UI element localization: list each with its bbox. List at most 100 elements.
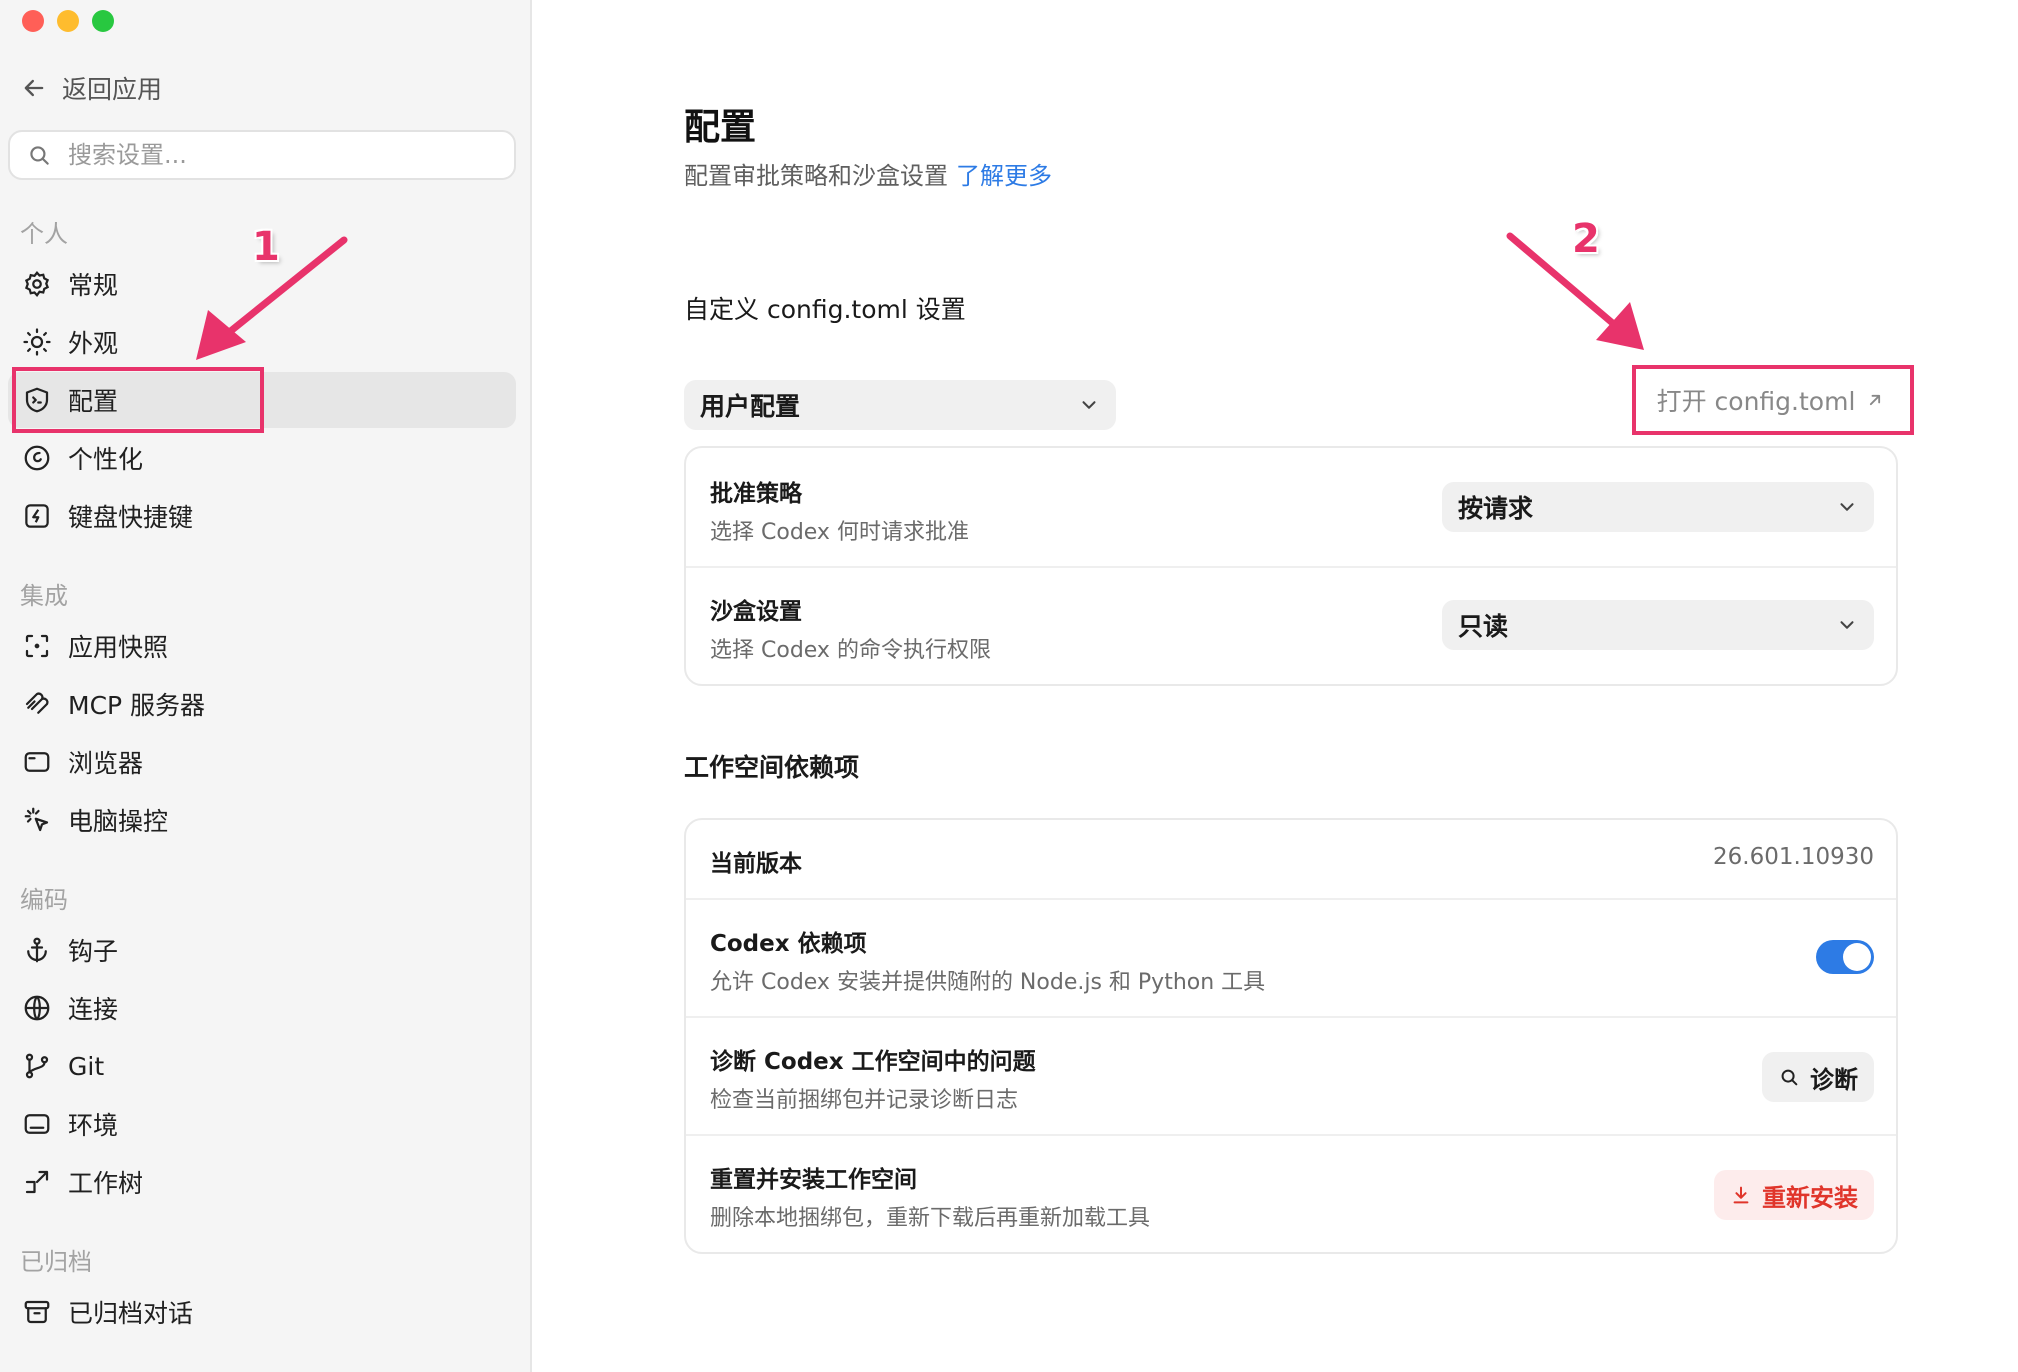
sidebar-item-connections[interactable]: 连接 (8, 980, 516, 1036)
arrow-left-icon (24, 79, 44, 97)
approval-policy-value: 按请求 (1458, 494, 1534, 523)
search-icon (1781, 1069, 1798, 1086)
sandbox-title: 沙盒设置 (710, 599, 802, 625)
reinstall-button-label: 重新安装 (1762, 1183, 1858, 1212)
sidebar-item-label: 钩子 (68, 937, 119, 966)
version-row: 当前版本 26.601.10930 (686, 820, 1896, 898)
sidebar-item-appearance[interactable]: 外观 (8, 314, 516, 370)
version-value: 26.601.10930 (1713, 844, 1874, 870)
reset-title: 重置并安装工作空间 (710, 1167, 917, 1193)
settings-search-box[interactable] (8, 130, 516, 180)
sidebar-item-label: MCP 服务器 (68, 691, 206, 720)
download-icon (1733, 1186, 1749, 1204)
reset-desc: 删除本地捆绑包，重新下载后再重新加载工具 (710, 1206, 1151, 1231)
sidebar-item-archived-chats[interactable]: 已归档对话 (8, 1284, 516, 1340)
sidebar: 返回应用 个人 常规 外观 配置 个性化 键盘快捷键 集成 应用快照 MCP 服… (0, 0, 532, 1372)
approval-policy-row: 批准策略 选择 Codex 何时请求批准 按请求 (686, 448, 1896, 566)
keyboard-shortcut-icon (25, 504, 49, 528)
diagnose-button[interactable]: 诊断 (1762, 1052, 1874, 1102)
snapshot-frame-icon (25, 634, 49, 658)
learn-more-link[interactable]: 了解更多 (956, 162, 1052, 190)
sidebar-item-label: Git (68, 1051, 105, 1081)
reinstall-button[interactable]: 重新安装 (1714, 1170, 1874, 1220)
sandbox-desc: 选择 Codex 的命令执行权限 (710, 638, 991, 663)
diagnose-row: 诊断 Codex 工作空间中的问题 检查当前捆绑包并记录诊断日志 诊断 (686, 1016, 1896, 1134)
zoom-window-button[interactable] (92, 10, 114, 32)
page-title: 配置 (684, 107, 757, 148)
workspace-section-title: 工作空间依赖项 (684, 753, 860, 782)
section-title-archived: 已归档 (20, 1248, 92, 1276)
sidebar-item-personalization[interactable]: 个性化 (8, 430, 516, 486)
chevron-down-icon (1840, 621, 1854, 629)
config-section-title: 自定义 config.toml 设置 (684, 295, 966, 324)
dependencies-title: Codex 依赖项 (710, 931, 867, 957)
chevron-down-icon (1082, 401, 1096, 409)
sidebar-item-label: 外观 (68, 329, 119, 358)
dependencies-desc: 允许 Codex 安装并提供随附的 Node.js 和 Python 工具 (710, 970, 1266, 995)
approval-policy-title: 批准策略 (710, 481, 802, 507)
anchor-icon (27, 937, 47, 963)
sidebar-item-label: 已归档对话 (68, 1299, 194, 1328)
search-icon (30, 146, 49, 165)
dependencies-toggle[interactable] (1816, 940, 1874, 974)
mcp-icon (25, 692, 49, 714)
profile-select-value: 用户配置 (700, 392, 801, 421)
sandbox-value: 只读 (1458, 612, 1509, 641)
sandbox-select[interactable]: 只读 (1442, 600, 1874, 650)
sidebar-item-label: 浏览器 (68, 749, 144, 778)
sidebar-item-mcp[interactable]: MCP 服务器 (8, 676, 516, 732)
back-label: 返回应用 (62, 75, 163, 104)
highlight-box-config (12, 367, 264, 433)
section-title-personal: 个人 (20, 220, 68, 248)
sidebar-item-hooks[interactable]: 钩子 (8, 922, 516, 978)
sidebar-item-label: 环境 (68, 1111, 119, 1140)
personalization-icon (24, 445, 50, 471)
back-to-app-button[interactable]: 返回应用 (20, 68, 162, 108)
settings-search-input[interactable] (66, 140, 490, 170)
sidebar-item-worktree[interactable]: 工作树 (8, 1154, 516, 1210)
archive-box-icon (24, 1300, 50, 1324)
approval-policy-select[interactable]: 按请求 (1442, 482, 1874, 532)
close-window-button[interactable] (22, 10, 44, 32)
worktree-icon (25, 1170, 49, 1194)
annotation-marker-1: 1 (252, 224, 280, 270)
section-title-integrations: 集成 (20, 582, 68, 610)
sidebar-item-computer-control[interactable]: 电脑操控 (8, 792, 516, 848)
terminal-window-icon (24, 1114, 50, 1134)
cursor-click-icon (24, 807, 49, 832)
diagnose-desc: 检查当前捆绑包并记录诊断日志 (710, 1088, 1019, 1113)
minimize-window-button[interactable] (57, 10, 79, 32)
toggle-knob (1843, 943, 1871, 971)
profile-select[interactable]: 用户配置 (684, 380, 1116, 430)
dependencies-row: Codex 依赖项 允许 Codex 安装并提供随附的 Node.js 和 Py… (686, 898, 1896, 1016)
sidebar-item-shortcuts[interactable]: 键盘快捷键 (8, 488, 516, 544)
sidebar-item-label: 应用快照 (68, 633, 169, 662)
sidebar-item-git[interactable]: Git (8, 1038, 516, 1094)
policy-card: 批准策略 选择 Codex 何时请求批准 按请求 沙盒设置 选择 Codex 的… (684, 446, 1898, 686)
workspace-card: 当前版本 26.601.10930 Codex 依赖项 允许 Codex 安装并… (684, 818, 1898, 1254)
page-subtitle-text: 配置审批策略和沙盒设置 (684, 162, 948, 190)
page-subtitle: 配置审批策略和沙盒设置 了解更多 (684, 156, 1052, 191)
sidebar-item-label: 个性化 (68, 445, 144, 474)
gear-icon (24, 271, 50, 298)
chevron-down-icon (1840, 503, 1854, 511)
version-title: 当前版本 (710, 851, 802, 877)
diagnose-title: 诊断 Codex 工作空间中的问题 (710, 1049, 1036, 1075)
sun-icon (23, 328, 51, 356)
approval-policy-desc: 选择 Codex 何时请求批准 (710, 520, 969, 545)
sandbox-row: 沙盒设置 选择 Codex 的命令执行权限 只读 (686, 566, 1896, 684)
diagnose-button-label: 诊断 (1810, 1065, 1858, 1094)
annotation-marker-2: 2 (1572, 216, 1600, 262)
sidebar-item-browser[interactable]: 浏览器 (8, 734, 516, 790)
section-title-coding: 编码 (20, 886, 68, 914)
sidebar-item-environment[interactable]: 环境 (8, 1096, 516, 1152)
highlight-box-open-config (1632, 365, 1914, 435)
browser-window-icon (24, 752, 50, 772)
sidebar-item-label: 连接 (68, 995, 119, 1024)
sidebar-item-app-snapshot[interactable]: 应用快照 (8, 618, 516, 674)
sidebar-item-label: 电脑操控 (68, 807, 169, 836)
sidebar-item-label: 工作树 (68, 1169, 144, 1198)
reset-row: 重置并安装工作空间 删除本地捆绑包，重新下载后再重新加载工具 重新安装 (686, 1134, 1896, 1252)
sidebar-item-label: 键盘快捷键 (68, 503, 194, 532)
git-branch-icon (25, 1053, 49, 1079)
